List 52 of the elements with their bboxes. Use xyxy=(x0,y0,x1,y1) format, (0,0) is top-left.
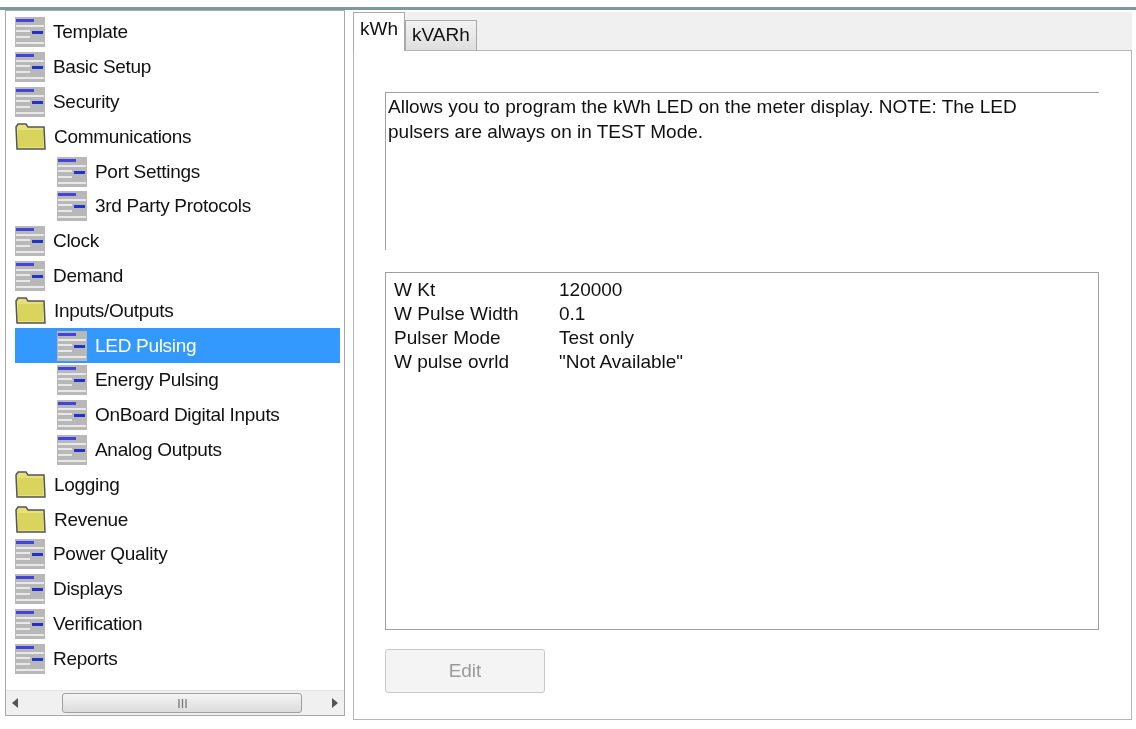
description-text: Allows you to program the kWh LED on the meter display. NOTE: The LED pulsers are always on in TEST Mode. xyxy=(388,95,1018,144)
tab[interactable]: kWh xyxy=(353,12,405,51)
tree-item[interactable]: Revenue xyxy=(15,502,340,537)
tree-item[interactable]: Inputs/Outputs xyxy=(15,293,340,329)
document-icon xyxy=(15,608,45,639)
document-icon xyxy=(15,87,45,117)
document-icon xyxy=(15,52,45,83)
tree-item[interactable]: Displays xyxy=(15,571,340,607)
tree-item[interactable]: Logging xyxy=(15,467,340,503)
setting-value: 120000 xyxy=(559,278,624,302)
tree-item[interactable]: Communications xyxy=(15,119,340,155)
folder-icon xyxy=(15,506,46,534)
folder-icon xyxy=(15,471,46,499)
document-icon xyxy=(15,539,45,570)
setting-value: Test only xyxy=(559,326,635,350)
document-icon xyxy=(15,17,45,48)
grip-icon xyxy=(177,698,187,708)
left-arrow-icon[interactable] xyxy=(12,698,18,708)
setting-name: Pulser Mode xyxy=(394,326,502,350)
document-icon xyxy=(57,365,87,396)
tab[interactable]: kVARh xyxy=(405,20,477,50)
folder-icon xyxy=(15,123,46,151)
tree-item[interactable]: Analog Outputs xyxy=(15,432,340,468)
setting-value: "Not Available" xyxy=(559,350,685,374)
document-icon xyxy=(57,400,87,431)
tree-item[interactable]: Demand xyxy=(15,258,340,294)
document-icon xyxy=(15,643,45,674)
document-icon xyxy=(57,434,87,465)
horizontal-scrollbar[interactable] xyxy=(6,690,344,715)
tree-item[interactable]: Port Settings xyxy=(15,154,340,189)
document-icon xyxy=(15,574,45,605)
tree-item[interactable]: Reports xyxy=(15,641,340,677)
setting-name: W pulse ovrld xyxy=(394,350,511,374)
document-icon xyxy=(57,191,87,222)
tree-item[interactable]: Energy Pulsing xyxy=(15,362,340,398)
document-icon xyxy=(57,156,87,187)
tree-item[interactable]: Security xyxy=(15,84,340,120)
setting-value: 0.1 xyxy=(559,302,587,326)
right-arrow-icon[interactable] xyxy=(332,698,338,708)
tree-item[interactable]: Clock xyxy=(15,223,340,259)
tree-item[interactable]: 3rd Party Protocols xyxy=(15,189,340,224)
tree-item[interactable]: Verification xyxy=(15,606,340,642)
setting-name: W Pulse Width xyxy=(394,302,520,326)
tree-item[interactable]: OnBoard Digital Inputs xyxy=(15,397,340,433)
document-icon xyxy=(57,330,87,361)
tree-item[interactable]: Power Quality xyxy=(15,536,340,572)
document-icon xyxy=(15,260,45,291)
setting-name: W Kt xyxy=(394,278,437,302)
tree-item[interactable]: Template xyxy=(15,15,340,50)
folder-icon xyxy=(15,297,46,325)
tree-item[interactable]: Basic Setup xyxy=(15,49,340,85)
document-icon xyxy=(15,226,45,257)
